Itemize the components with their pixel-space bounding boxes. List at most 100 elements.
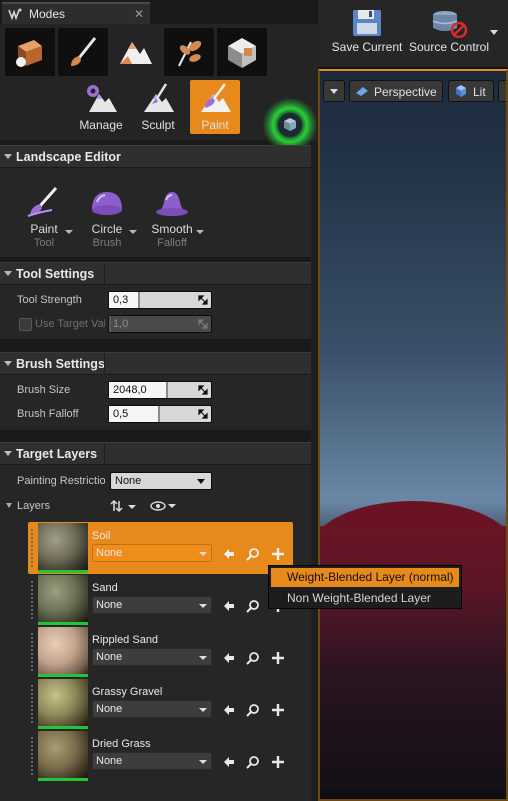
arrow-left-icon[interactable]: [222, 703, 236, 717]
brush-size-value: 2048,0: [113, 384, 147, 396]
tool-strength-slider[interactable]: 0,3: [108, 291, 212, 309]
layer-info-dropdown[interactable]: None: [92, 648, 212, 666]
layer-name: Dried Grass: [92, 738, 151, 750]
modes-tab[interactable]: Modes ✕: [2, 2, 150, 24]
layer-row-grassy-gravel[interactable]: Grassy Gravel None: [28, 678, 293, 730]
smooth-falloff-icon: [156, 192, 188, 216]
search-icon[interactable]: [246, 755, 260, 769]
manage-tool-button[interactable]: Manage: [76, 80, 126, 134]
tool-strength-value: 0,3: [113, 294, 129, 306]
place-mode-button[interactable]: [5, 28, 55, 76]
plus-icon[interactable]: [271, 547, 285, 561]
lit-label: Lit: [473, 85, 486, 99]
brush-settings-title: Brush Settings: [16, 356, 105, 371]
search-icon[interactable]: [246, 599, 260, 613]
menu-item-non-weight-blended[interactable]: Non Weight-Blended Layer: [271, 589, 459, 608]
brush-settings-header[interactable]: Brush Settings: [0, 352, 312, 375]
visibility-filter-button[interactable]: [150, 500, 178, 515]
layer-thumbnail: [38, 627, 88, 677]
search-icon[interactable]: [246, 703, 260, 717]
leaf-icon: [178, 40, 202, 67]
arrow-left-icon[interactable]: [222, 651, 236, 665]
arrow-left-icon[interactable]: [222, 755, 236, 769]
paint-tool-sub-label: Tool: [33, 237, 55, 249]
circle-brush-icon: [92, 192, 122, 215]
manage-gear-icon: [87, 85, 117, 112]
chevron-down-icon: [197, 479, 205, 484]
drag-handle-icon[interactable]: [30, 528, 34, 568]
search-icon[interactable]: [246, 651, 260, 665]
geometry-mode-button[interactable]: [217, 28, 267, 76]
layer-info-dropdown[interactable]: None: [92, 752, 212, 770]
sculpt-tool-button[interactable]: Sculpt: [133, 80, 183, 134]
level-viewport[interactable]: Perspective Lit: [318, 69, 508, 801]
smooth-falloff-selector[interactable]: Smooth Falloff: [150, 186, 204, 249]
perspective-button[interactable]: Perspective: [349, 80, 443, 102]
paint-mode-button[interactable]: [58, 28, 108, 76]
layer-info-value: None: [96, 547, 123, 559]
painting-restriction-dropdown[interactable]: None: [110, 472, 212, 490]
panel-scrollbar[interactable]: [311, 140, 318, 801]
create-layer-menu: Weight-Blended Layer (normal) Non Weight…: [268, 565, 462, 609]
paint-tool-selector[interactable]: Paint Tool: [22, 186, 73, 249]
layer-info-value: None: [96, 755, 123, 767]
layer-row-rippled-sand[interactable]: Rippled Sand None: [28, 626, 293, 678]
paint-tool-button[interactable]: Paint: [190, 80, 240, 134]
use-target-value-checkbox[interactable]: [19, 318, 32, 331]
arrow-left-icon[interactable]: [222, 599, 236, 613]
landscape-mode-button[interactable]: [111, 28, 161, 76]
plus-icon[interactable]: [271, 755, 285, 769]
tool-strength-label: Tool Strength: [17, 294, 82, 306]
foliage-mode-button[interactable]: [164, 28, 214, 76]
search-icon[interactable]: [246, 547, 260, 561]
spin-arrows-icon: [198, 385, 208, 395]
paint-tool-label: Paint: [201, 118, 229, 132]
plus-icon[interactable]: [271, 651, 285, 665]
layer-row-dried-grass[interactable]: Dried Grass None: [28, 730, 293, 782]
geometry-cube-icon: [228, 38, 256, 68]
eye-icon: [150, 501, 176, 511]
lit-button[interactable]: Lit: [448, 80, 494, 102]
drag-handle-icon[interactable]: [30, 684, 34, 724]
target-value-fill: [109, 316, 111, 332]
smooth-falloff-main-label: Smooth: [151, 222, 193, 236]
circle-brush-selector[interactable]: Circle Brush: [85, 186, 137, 249]
save-current-button[interactable]: Save Current: [324, 2, 410, 66]
drag-handle-icon[interactable]: [30, 736, 34, 776]
mountain-icon: [120, 42, 152, 64]
menu-item-weight-blended[interactable]: Weight-Blended Layer (normal): [271, 568, 459, 587]
target-layers-title: Target Layers: [16, 446, 98, 461]
drag-handle-icon[interactable]: [30, 580, 34, 620]
layer-row-soil[interactable]: Soil None: [28, 522, 293, 574]
source-control-icon: [432, 11, 468, 38]
chevron-down-icon[interactable]: [490, 30, 498, 35]
layer-info-dropdown[interactable]: None: [92, 596, 212, 614]
chevron-down-icon: [199, 708, 207, 712]
close-icon[interactable]: ✕: [134, 7, 144, 21]
layer-row-sand[interactable]: Sand None: [28, 574, 293, 626]
brush-falloff-slider[interactable]: 0,5: [108, 405, 212, 423]
arrow-left-icon[interactable]: [222, 547, 236, 561]
sort-order-button[interactable]: [110, 499, 138, 516]
target-layers-header[interactable]: Target Layers: [0, 442, 312, 465]
brush-size-slider[interactable]: 2048,0: [108, 381, 212, 399]
painting-restriction-label: Painting Restriction: [17, 475, 105, 487]
sculpt-icon: [144, 83, 174, 112]
tool-settings-header[interactable]: Tool Settings: [0, 262, 312, 285]
focus-indicator: [263, 98, 317, 152]
viewport-options-button[interactable]: [323, 80, 345, 102]
column-separator: [104, 263, 105, 285]
show-options-button[interactable]: [498, 80, 506, 102]
drag-handle-icon[interactable]: [30, 632, 34, 672]
tool-settings-body: Tool Strength 0,3 Use Target Value 1,0: [0, 285, 312, 339]
layers-collapse-arrow-icon[interactable]: [6, 503, 12, 508]
layer-info-dropdown[interactable]: None: [92, 700, 212, 718]
landscape-editor-header[interactable]: Landscape Editor: [0, 145, 312, 167]
plus-icon[interactable]: [271, 703, 285, 717]
layer-info-dropdown[interactable]: None: [92, 544, 212, 562]
target-value-value: 1,0: [113, 318, 129, 330]
collapse-arrow-icon: [4, 451, 12, 456]
source-control-label: Source Control: [408, 40, 490, 54]
layer-thumbnail: [38, 731, 88, 781]
source-control-button[interactable]: Source Control: [408, 2, 490, 66]
